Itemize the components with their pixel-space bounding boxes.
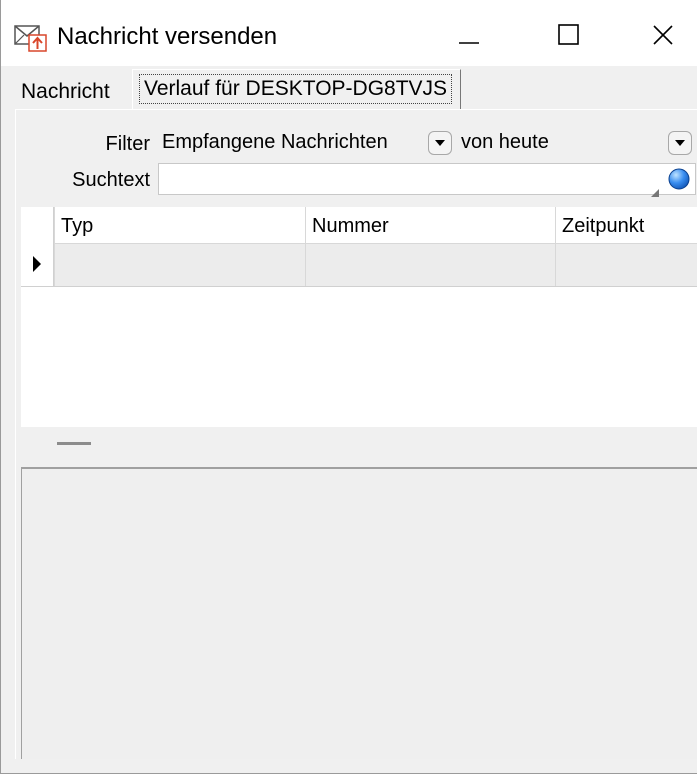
message-grid: Typ Nummer Zeitpunkt [21, 207, 697, 427]
filter-type-select[interactable]: Empfangene Nachrichten [158, 128, 454, 158]
tab-nachricht[interactable]: Nachricht [21, 78, 110, 106]
filter-type-dropdown-button[interactable] [428, 131, 452, 155]
minimize-icon [459, 42, 479, 44]
title-bar[interactable]: Nachricht versenden [1, 0, 697, 66]
splitter[interactable] [21, 427, 697, 467]
mail-send-icon [14, 23, 48, 53]
maximize-icon [558, 24, 579, 45]
window-title: Nachricht versenden [57, 23, 278, 50]
globe-search-icon[interactable] [667, 167, 691, 191]
splitter-grip[interactable] [57, 442, 91, 445]
close-button[interactable] [635, 10, 691, 60]
close-icon [653, 25, 673, 45]
filter-type-value: Empfangene Nachrichten [162, 131, 388, 153]
chevron-down-icon [675, 140, 685, 146]
cell-nummer [305, 244, 555, 286]
filter-period-value: von heute [461, 131, 549, 153]
chevron-down-icon [435, 140, 445, 146]
resize-grip-icon [651, 184, 659, 197]
filter-label: Filter [105, 133, 150, 155]
minimize-button[interactable] [441, 10, 497, 60]
filter-period-dropdown-button[interactable] [668, 131, 692, 155]
maximize-button[interactable] [541, 10, 597, 60]
filter-period-select[interactable]: von heute [457, 128, 693, 158]
row-indicator-column [21, 207, 54, 286]
column-header-zeitpunkt[interactable]: Zeitpunkt [555, 207, 697, 243]
grid-header: Typ Nummer Zeitpunkt [21, 207, 697, 244]
column-header-typ[interactable]: Typ [54, 207, 305, 243]
tab-verlauf[interactable]: Verlauf für DESKTOP-DG8TVJS [132, 69, 461, 109]
table-row[interactable] [21, 244, 697, 287]
cell-zeitpunkt [555, 244, 697, 286]
cell-typ [54, 244, 305, 286]
search-label: Suchtext [72, 169, 150, 191]
tab-verlauf-label: Verlauf für DESKTOP-DG8TVJS [139, 74, 453, 104]
row-pointer-icon [33, 256, 41, 272]
column-header-nummer[interactable]: Nummer [305, 207, 555, 243]
detail-pane [21, 467, 697, 759]
message-window: Nachricht versenden Nachricht Verlauf fü… [0, 0, 697, 774]
search-input[interactable] [158, 163, 696, 195]
